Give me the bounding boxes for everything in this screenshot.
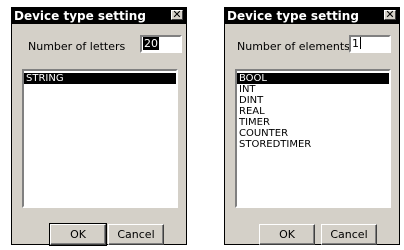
list-item-storedtimer[interactable]: STOREDTIMER (237, 139, 389, 150)
title-bar: Device type setting ✕ (12, 8, 186, 24)
number-of-elements-value: 1 (352, 37, 359, 50)
close-button[interactable]: ✕ (171, 8, 183, 21)
number-of-elements-label: Number of elements (237, 40, 350, 53)
list-item-bool[interactable]: BOOL (237, 73, 389, 84)
list-item-string[interactable]: STRING (24, 73, 176, 84)
dialog-title: Device type setting (227, 9, 359, 23)
cancel-button[interactable]: Cancel (108, 224, 164, 245)
cancel-button[interactable]: Cancel (321, 224, 377, 245)
device-type-dialog-letters: Device type setting ✕ Number of letters … (11, 7, 187, 246)
list-item-counter[interactable]: COUNTER (237, 128, 389, 139)
list-item-real[interactable]: REAL (237, 106, 389, 117)
close-icon: ✕ (172, 8, 182, 21)
number-of-letters-label: Number of letters (28, 40, 126, 53)
title-bar: Device type setting ✕ (225, 8, 399, 24)
device-type-list[interactable]: BOOL INT DINT REAL TIMER COUNTER STOREDT… (235, 69, 391, 208)
text-caret (360, 37, 361, 49)
dialog-title: Device type setting (14, 9, 146, 23)
list-item-timer[interactable]: TIMER (237, 117, 389, 128)
device-type-list[interactable]: STRING (22, 69, 178, 208)
close-icon: ✕ (385, 8, 395, 21)
ok-button[interactable]: OK (259, 224, 315, 245)
list-item-dint[interactable]: DINT (237, 95, 389, 106)
number-of-letters-input[interactable]: 20 (140, 35, 182, 53)
ok-button[interactable]: OK (49, 223, 107, 246)
list-item-int[interactable]: INT (237, 84, 389, 95)
number-of-elements-input[interactable]: 1 (349, 35, 391, 53)
number-of-letters-value: 20 (143, 37, 159, 50)
device-type-dialog-elements: Device type setting ✕ Number of elements… (224, 7, 400, 245)
close-button[interactable]: ✕ (384, 8, 396, 21)
